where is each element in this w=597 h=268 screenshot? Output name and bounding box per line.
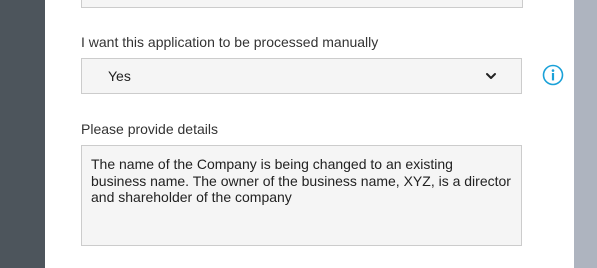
details-label: Please provide details bbox=[81, 121, 218, 137]
info-icon[interactable] bbox=[542, 64, 564, 86]
manual-processing-select[interactable]: Yes bbox=[81, 58, 522, 94]
right-scroll-track bbox=[574, 0, 597, 268]
form-panel: I want this application to be processed … bbox=[45, 0, 574, 268]
details-textarea[interactable]: The name of the Company is being changed… bbox=[81, 145, 522, 246]
manual-processing-label: I want this application to be processed … bbox=[81, 34, 379, 50]
chevron-down-icon bbox=[486, 73, 496, 79]
manual-processing-selected-value: Yes bbox=[108, 68, 131, 84]
left-background-panel bbox=[0, 0, 45, 268]
previous-field-bottom-edge[interactable] bbox=[81, 0, 523, 8]
